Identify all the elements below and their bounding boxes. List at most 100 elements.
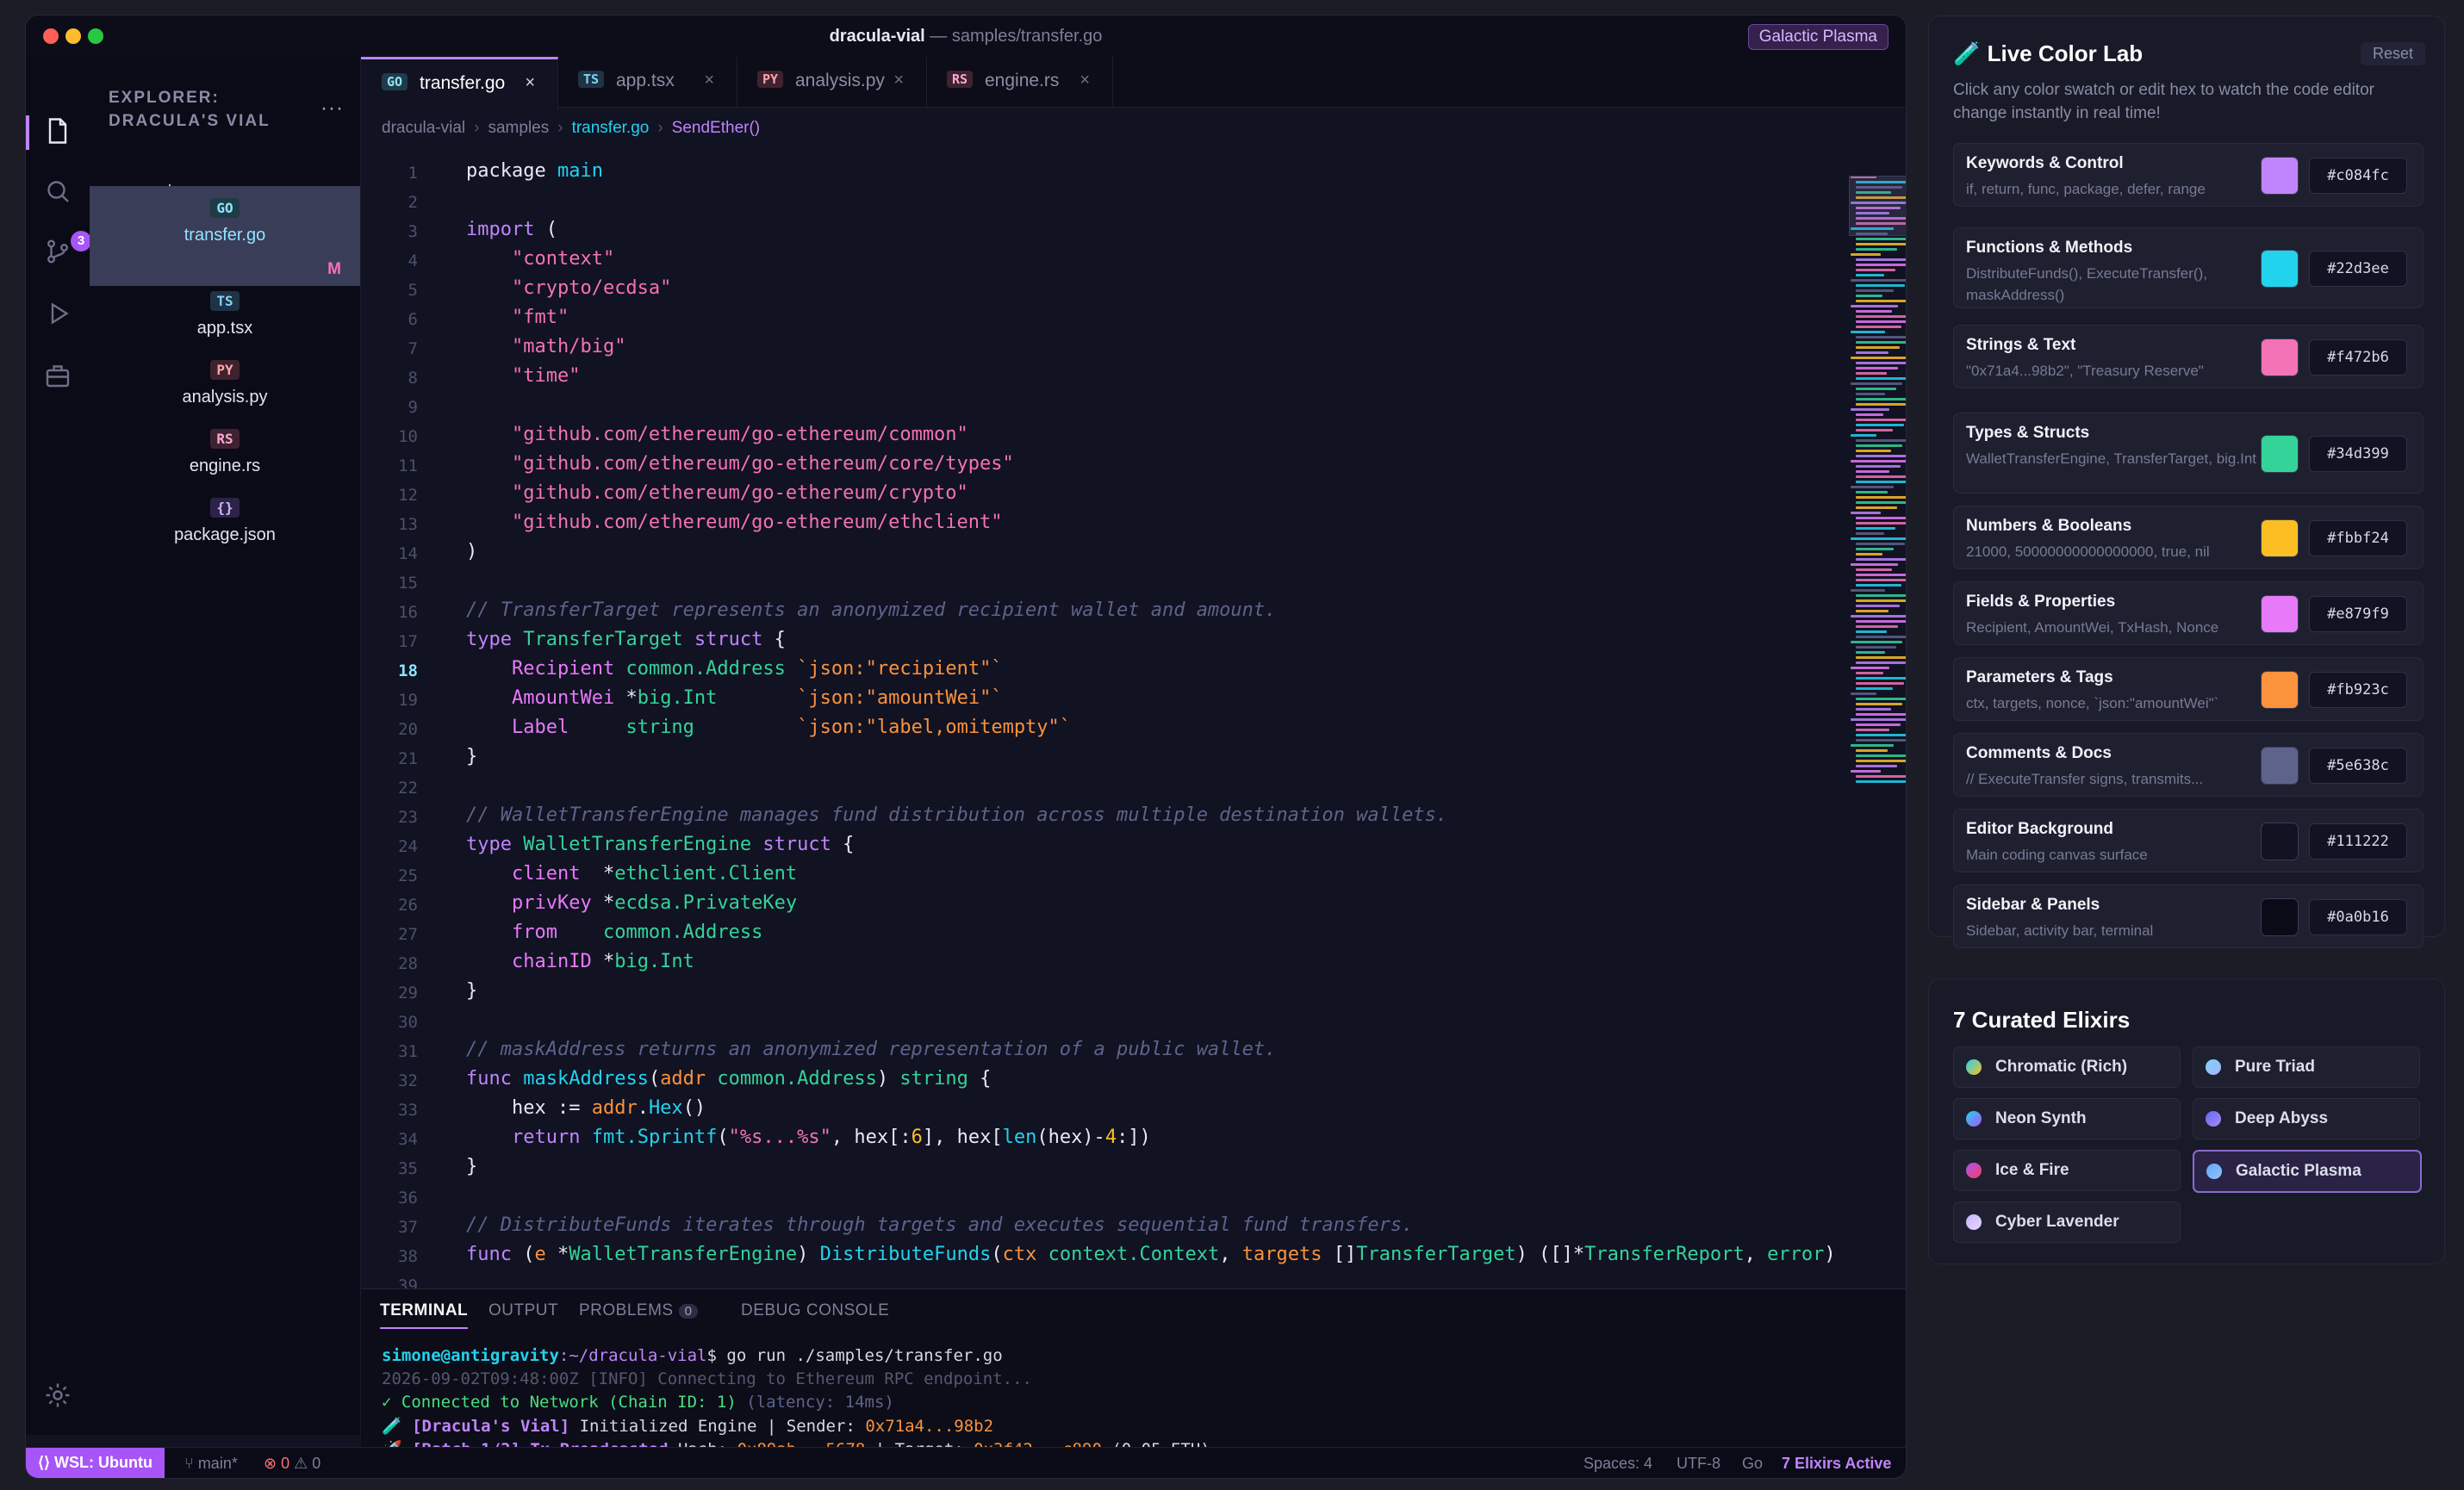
minimap-line bbox=[1856, 388, 1896, 390]
color-swatch[interactable] bbox=[2261, 250, 2299, 288]
elixir-button[interactable]: Pure Triad bbox=[2193, 1046, 2420, 1088]
elixirs-status[interactable]: 7 Elixirs Active bbox=[1782, 1455, 1891, 1473]
explorer-icon[interactable] bbox=[42, 115, 73, 146]
hex-input[interactable]: #fb923c bbox=[2309, 672, 2407, 708]
tab-analysis-py[interactable]: PY analysis.py × bbox=[737, 57, 927, 107]
minimap-line bbox=[1856, 481, 1906, 483]
line-number: 2 bbox=[408, 193, 418, 212]
elixir-button[interactable]: Ice & Fire bbox=[1953, 1150, 2181, 1191]
hex-input[interactable]: #22d3ee bbox=[2309, 251, 2407, 287]
code-token: maskAddress bbox=[523, 1068, 649, 1090]
problems-indicator[interactable]: ⊗ 0 ⚠ 0 bbox=[264, 1455, 320, 1473]
color-swatch[interactable] bbox=[2261, 519, 2299, 557]
color-swatch[interactable] bbox=[2261, 595, 2299, 633]
minimap-line bbox=[1856, 522, 1906, 525]
code-token: , bbox=[1219, 1244, 1242, 1265]
file-item-app-tsx[interactable]: TS app.tsx bbox=[90, 291, 360, 338]
elixir-button[interactable]: Deep Abyss bbox=[2193, 1098, 2420, 1139]
tab-transfer-go[interactable]: GO transfer.go × bbox=[361, 57, 558, 109]
token-sample: Sidebar, activity bar, terminal bbox=[1966, 922, 2154, 939]
encoding-indicator[interactable]: UTF-8 bbox=[1677, 1455, 1720, 1473]
minimap-line bbox=[1856, 765, 1897, 767]
close-tab-icon[interactable]: × bbox=[704, 71, 714, 90]
panel-tab-output[interactable]: OUTPUT bbox=[488, 1301, 558, 1320]
settings-gear-icon[interactable] bbox=[42, 1380, 73, 1411]
hex-input[interactable]: #111222 bbox=[2309, 823, 2407, 860]
token-sample: WalletTransferEngine, TransferTarget, bi… bbox=[1966, 450, 2257, 467]
elixir-button[interactable]: Cyber Lavender bbox=[1953, 1201, 2181, 1243]
line-number: 17 bbox=[398, 632, 418, 651]
panel-tab-terminal[interactable]: TERMINAL bbox=[380, 1301, 469, 1329]
theme-badge[interactable]: Galactic Plasma bbox=[1747, 24, 1888, 50]
remote-indicator[interactable]: ⟨⟩ WSL: Ubuntu bbox=[26, 1448, 165, 1478]
indentation-indicator[interactable]: Spaces: 4 bbox=[1584, 1455, 1652, 1473]
breadcrumb-item[interactable]: samples bbox=[488, 119, 549, 137]
source-control-icon[interactable]: 3 bbox=[42, 231, 91, 267]
breadcrumb-item[interactable]: transfer.go bbox=[572, 119, 650, 137]
minimap-line bbox=[1856, 698, 1906, 700]
more-actions-icon[interactable]: ··· bbox=[320, 96, 344, 121]
color-swatch[interactable] bbox=[2261, 747, 2299, 785]
hex-input[interactable]: #c084fc bbox=[2309, 158, 2407, 194]
code-line: hex := addr.Hex() bbox=[466, 1097, 706, 1127]
code-line: "github.com/ethereum/go-ethereum/crypto" bbox=[466, 482, 968, 512]
file-item-analysis-py[interactable]: PY analysis.py bbox=[90, 360, 360, 407]
token-sample: 21000, 50000000000000000, true, nil bbox=[1966, 543, 2210, 560]
code-line: } bbox=[466, 1156, 477, 1185]
hex-input[interactable]: #f472b6 bbox=[2309, 339, 2407, 376]
token-sample: ctx, targets, nonce, `json:"amountWei"` bbox=[1966, 695, 2219, 711]
code-token: ], hex[ bbox=[922, 1127, 1003, 1148]
elixir-button[interactable]: Chromatic (Rich) bbox=[1953, 1046, 2181, 1088]
tab-engine-rs[interactable]: RS engine.rs × bbox=[926, 57, 1113, 107]
source-control-badge: 3 bbox=[71, 231, 91, 251]
code-editor[interactable]: 1 2 3 4 5 6 7 8 9 10 11 12 13 14 15 16 17 18 19 20 21 22 23 24 2… bbox=[361, 153, 1845, 1288]
close-tab-icon[interactable]: × bbox=[525, 73, 535, 93]
file-name: engine.rs bbox=[189, 456, 261, 475]
branch-indicator[interactable]: ⑂ main* bbox=[184, 1455, 238, 1473]
minimap-line bbox=[1856, 455, 1906, 457]
file-item-transfer-go[interactable]: GO transfer.go M bbox=[90, 186, 360, 286]
token-name: Comments & Docs bbox=[1966, 744, 2112, 762]
panel-tab-debug-console[interactable]: DEBUG CONSOLE bbox=[741, 1301, 889, 1320]
tab-app-tsx[interactable]: TS app.tsx × bbox=[557, 57, 737, 107]
hex-input[interactable]: #e879f9 bbox=[2309, 596, 2407, 632]
search-icon[interactable] bbox=[42, 176, 73, 207]
file-item-engine-rs[interactable]: RS engine.rs bbox=[90, 429, 360, 476]
color-swatch[interactable] bbox=[2261, 338, 2299, 376]
elixir-button[interactable]: Galactic Plasma bbox=[2193, 1150, 2422, 1193]
extensions-icon[interactable] bbox=[42, 360, 73, 391]
run-debug-icon[interactable] bbox=[42, 298, 73, 329]
hex-input[interactable]: #fbbf24 bbox=[2309, 520, 2407, 556]
breadcrumb-item[interactable]: SendEther() bbox=[672, 119, 760, 137]
terminal-line: 2026-09-02T09:48:00Z [INFO] Connecting t… bbox=[382, 1369, 1032, 1388]
color-swatch[interactable] bbox=[2261, 823, 2299, 860]
code-token: DistributeFunds bbox=[819, 1244, 992, 1265]
minimap-line bbox=[1856, 429, 1893, 431]
color-swatch[interactable] bbox=[2261, 898, 2299, 936]
reset-button[interactable]: Reset bbox=[2360, 42, 2425, 65]
hex-input[interactable]: #5e638c bbox=[2309, 748, 2407, 784]
minimap[interactable] bbox=[1847, 176, 1906, 783]
language-indicator[interactable]: Go bbox=[1742, 1455, 1763, 1473]
token-color-row: Sidebar & Panels Sidebar, activity bar, t… bbox=[1953, 885, 2424, 948]
token-sample: Main coding canvas surface bbox=[1966, 847, 2148, 863]
close-tab-icon[interactable]: × bbox=[1080, 71, 1090, 90]
file-item-package-json[interactable]: {} package.json bbox=[90, 498, 360, 545]
elixir-button[interactable]: Neon Synth bbox=[1953, 1098, 2181, 1139]
minimap-line bbox=[1856, 713, 1906, 716]
color-swatch[interactable] bbox=[2261, 157, 2299, 195]
panel-tab-problems[interactable]: PROBLEMS 0 bbox=[579, 1301, 699, 1320]
line-number: 10 bbox=[398, 427, 418, 446]
color-swatch[interactable] bbox=[2261, 435, 2299, 473]
close-tab-icon[interactable]: × bbox=[893, 71, 904, 90]
color-swatch[interactable] bbox=[2261, 671, 2299, 709]
hex-input[interactable]: #0a0b16 bbox=[2309, 899, 2407, 935]
minimap-viewport[interactable] bbox=[1849, 176, 1906, 236]
breadcrumb-item[interactable]: dracula-vial bbox=[382, 119, 465, 137]
line-number: 22 bbox=[398, 779, 418, 798]
minimap-line bbox=[1856, 320, 1906, 323]
minimap-line bbox=[1856, 543, 1905, 545]
hex-input[interactable]: #34d399 bbox=[2309, 436, 2407, 472]
